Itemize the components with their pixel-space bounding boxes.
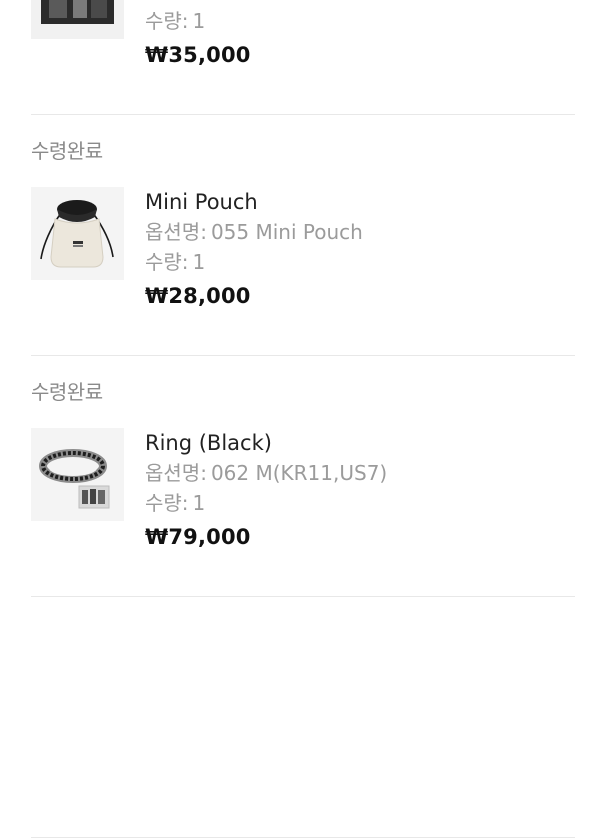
quantity-value: 1 — [192, 9, 206, 33]
order-item[interactable] — [31, 597, 575, 838]
product-thumbnail[interactable] — [31, 0, 124, 39]
quantity-value: 1 — [192, 491, 206, 515]
product-name[interactable]: Mini Pouch — [145, 187, 363, 217]
product-info: 수량: 1 ₩35,000 — [145, 0, 251, 72]
photo-thumbnail-icon — [31, 0, 124, 39]
ring-thumbnail-icon — [31, 428, 124, 521]
quantity-label: 수량: — [145, 250, 189, 274]
pouch-thumbnail-icon — [31, 187, 124, 280]
option-label: 옵션명: — [145, 461, 207, 485]
product-option: 옵션명: 055 Mini Pouch — [145, 217, 363, 247]
product-price: ₩28,000 — [145, 284, 251, 308]
option-label: 옵션명: — [145, 220, 207, 244]
quantity-label: 수량: — [145, 491, 189, 515]
order-list: 수량: 1 ₩35,000 수령완료 Mini Pouch 옵션명: 055 M… — [0, 0, 606, 838]
order-status: 수령완료 — [31, 139, 103, 163]
order-item[interactable]: 수령완료 Mini Pouch 옵션명: 055 Mini Pouch 수량: … — [31, 115, 575, 356]
product-thumbnail[interactable] — [31, 187, 124, 280]
product-info: Ring (Black) 옵션명: 062 M(KR11,US7) 수량: 1 ₩7… — [145, 428, 387, 554]
option-value: 062 M(KR11,US7) — [210, 461, 388, 485]
product-option: 옵션명: 062 M(KR11,US7) — [145, 458, 387, 488]
option-value: 055 Mini Pouch — [210, 220, 363, 244]
product-info: Mini Pouch 옵션명: 055 Mini Pouch 수량: 1 ₩28,0… — [145, 187, 363, 313]
product-quantity: 수량: 1 — [145, 6, 251, 36]
quantity-label: 수량: — [145, 9, 189, 33]
product-price: ₩79,000 — [145, 525, 251, 549]
product-quantity: 수량: 1 — [145, 247, 363, 277]
order-status: 수령완료 — [31, 380, 103, 404]
product-quantity: 수량: 1 — [145, 488, 387, 518]
order-item[interactable]: 수량: 1 ₩35,000 — [31, 0, 575, 115]
product-thumbnail[interactable] — [31, 428, 124, 521]
product-price: ₩35,000 — [145, 43, 251, 67]
quantity-value: 1 — [192, 250, 206, 274]
order-item[interactable]: 수령완료 Ring (Black) 옵션명: 062 M(KR11,US7) 수… — [31, 356, 575, 597]
product-name[interactable]: Ring (Black) — [145, 428, 387, 458]
